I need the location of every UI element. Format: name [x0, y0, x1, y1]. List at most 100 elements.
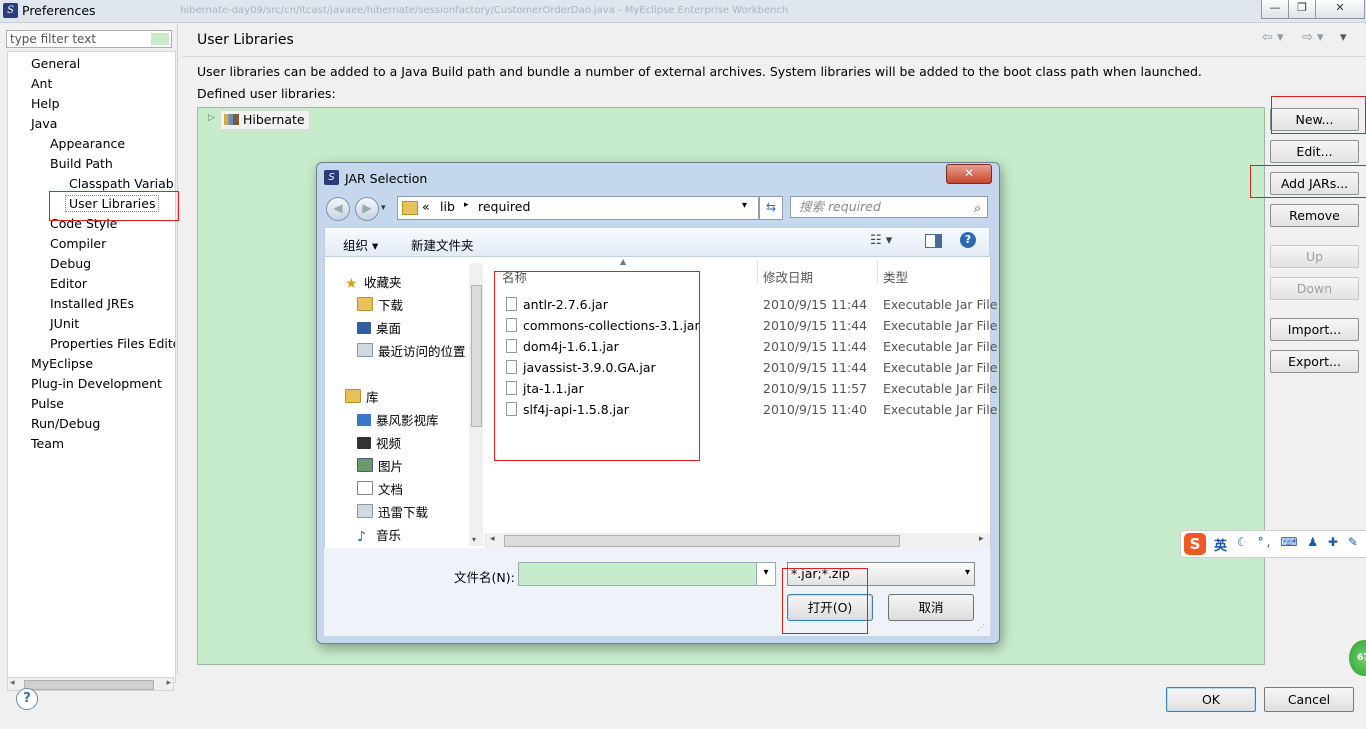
forward-nav-icon[interactable]: ⇨ ▾	[1302, 30, 1324, 45]
close-window-button[interactable]: ✕	[1315, 0, 1365, 19]
nav-recent-places[interactable]: 最近访问的位置	[357, 341, 466, 360]
library-item-hibernate[interactable]: Hibernate	[220, 110, 310, 130]
tree-item-installed-jres[interactable]: Installed JREs	[50, 296, 134, 311]
help-icon[interactable]: ?	[16, 688, 38, 710]
search-icon[interactable]: ⌕	[974, 198, 981, 218]
view-menu-icon[interactable]: ▾	[1340, 30, 1347, 45]
tree-item-debug[interactable]: Debug	[50, 256, 91, 271]
filename-dropdown-icon[interactable]: ▾	[756, 562, 776, 586]
sort-indicator-icon: ▲	[620, 257, 627, 266]
up-button[interactable]: Up	[1270, 245, 1359, 268]
sash-divider[interactable]	[177, 24, 178, 674]
address-bar[interactable]: « lib ▸ required ▾	[397, 196, 759, 220]
recent-pages-icon[interactable]: ▾	[381, 203, 386, 213]
refresh-icon[interactable]: ⇆	[759, 196, 783, 220]
tree-item-classpath-variable[interactable]: Classpath Variable	[69, 176, 175, 191]
breadcrumb-lib[interactable]: lib	[440, 199, 455, 214]
tree-item-pulse[interactable]: Pulse	[31, 396, 64, 411]
ime-toolbar[interactable]: S 英 ☾ °, ⌨ ♟ ✚ ✎	[1180, 530, 1366, 558]
nav-pictures[interactable]: 图片	[357, 456, 403, 475]
dialog-title: JAR Selection	[345, 171, 428, 186]
column-divider[interactable]	[877, 261, 878, 283]
nav-favorites[interactable]: ★ 收藏夹	[345, 272, 402, 292]
column-divider[interactable]	[757, 261, 758, 283]
clear-filter-icon[interactable]	[151, 33, 169, 45]
column-date[interactable]: 修改日期	[763, 267, 813, 286]
tree-item-java[interactable]: Java	[31, 116, 57, 131]
view-options-icon[interactable]: ☷ ▾	[870, 233, 892, 248]
forward-icon[interactable]: ▶	[355, 197, 379, 221]
pictures-icon	[357, 458, 373, 472]
tree-item-myeclipse[interactable]: MyEclipse	[31, 356, 93, 371]
nav-scroll-thumb[interactable]	[471, 285, 482, 427]
tree-item-build-path[interactable]: Build Path	[50, 156, 113, 171]
nav-label: 迅雷下载	[378, 505, 429, 520]
nav-libraries[interactable]: 库	[345, 387, 379, 406]
organize-menu[interactable]: 组织 ▾	[343, 235, 378, 254]
nav-documents[interactable]: 文档	[357, 479, 403, 498]
nav-music[interactable]: ♪ 音乐	[357, 525, 401, 545]
tree-item-team[interactable]: Team	[31, 436, 64, 451]
maximize-button[interactable]: ❐	[1288, 0, 1316, 19]
scroll-down-icon[interactable]: ▾	[472, 535, 476, 544]
column-type[interactable]: 类型	[883, 267, 908, 286]
cancel-button[interactable]: Cancel	[1264, 687, 1354, 712]
title-separator	[182, 56, 1366, 57]
floating-badge[interactable]: 67	[1349, 640, 1366, 676]
file-date: 2010/9/15 11:44	[763, 339, 868, 354]
breadcrumb-required[interactable]: required	[478, 199, 530, 214]
file-scroll-thumb[interactable]	[504, 535, 900, 547]
tree-item-help[interactable]: Help	[31, 96, 60, 111]
expand-arrow-icon[interactable]: ▷	[208, 113, 215, 123]
tree-item-run-debug[interactable]: Run/Debug	[31, 416, 100, 431]
minimize-button[interactable]: —	[1261, 0, 1289, 19]
export-button[interactable]: Export...	[1270, 350, 1359, 373]
breadcrumb-overflow[interactable]: «	[422, 199, 430, 214]
nav-desktop[interactable]: 桌面	[357, 318, 401, 337]
remove-button[interactable]: Remove	[1270, 204, 1359, 227]
nav-downloads[interactable]: 下载	[357, 295, 403, 314]
sogou-logo-icon[interactable]: S	[1184, 533, 1206, 555]
tree-item-editor[interactable]: Editor	[50, 276, 87, 291]
nav-baofeng[interactable]: 暴风影视库	[357, 410, 439, 429]
edit-button[interactable]: Edit...	[1270, 140, 1359, 163]
filter-input[interactable]: type filter text	[6, 30, 172, 48]
tree-item-appearance[interactable]: Appearance	[50, 136, 125, 151]
down-button[interactable]: Down	[1270, 277, 1359, 300]
dialog-cancel-button[interactable]: 取消	[888, 594, 974, 621]
defined-libraries-label: Defined user libraries:	[197, 86, 336, 101]
tree-item-plug-in-development[interactable]: Plug-in Development	[31, 376, 162, 391]
new-folder-button[interactable]: 新建文件夹	[411, 235, 474, 254]
tree-item-ant[interactable]: Ant	[31, 76, 52, 91]
back-icon[interactable]: ◀	[326, 197, 350, 221]
nav-scrollbar[interactable]: ▾	[469, 263, 483, 546]
navigation-pane: ★ 收藏夹 下载 桌面 最近访问的位置 库 暴风影视库 视频 图片 文档 迅雷下载…	[324, 257, 485, 548]
nav-videos[interactable]: 视频	[357, 433, 401, 452]
ime-mode-toggle[interactable]: 英	[1214, 535, 1227, 554]
ime-tool-icons[interactable]: ☾ °, ⌨ ♟ ✚ ✎	[1237, 535, 1361, 549]
import-button[interactable]: Import...	[1270, 318, 1359, 341]
tree-item-general[interactable]: General	[31, 56, 80, 71]
tree-item-properties-files-edito[interactable]: Properties Files Edito	[50, 336, 175, 351]
nav-xunlei[interactable]: 迅雷下载	[357, 502, 428, 521]
filename-input[interactable]: ▾	[518, 562, 776, 586]
scroll-left-icon[interactable]: ◂	[490, 534, 495, 544]
help-icon[interactable]: ?	[960, 232, 976, 248]
annotation-box-add-jars	[1250, 165, 1366, 198]
preview-pane-icon[interactable]	[925, 234, 942, 248]
resize-grip-icon[interactable]: ⋰	[977, 623, 985, 632]
search-input[interactable]: 搜索 required ⌕	[790, 196, 988, 218]
ok-button[interactable]: OK	[1166, 687, 1256, 712]
back-nav-icon[interactable]: ⇦ ▾	[1262, 30, 1284, 45]
filename-label: 文件名(N):	[454, 570, 515, 585]
scroll-right-icon[interactable]: ▸	[979, 534, 984, 544]
nav-label: 图片	[378, 459, 404, 474]
address-dropdown-icon[interactable]: ▾	[742, 200, 747, 211]
tree-item-compiler[interactable]: Compiler	[50, 236, 106, 251]
tree-item-junit[interactable]: JUnit	[50, 316, 79, 331]
dialog-close-button[interactable]: ✕	[946, 164, 992, 184]
libraries-icon	[345, 389, 361, 403]
file-type-dropdown-icon[interactable]: ▾	[965, 567, 970, 578]
file-list-hscrollbar[interactable]: ◂ ▸	[484, 533, 990, 548]
breadcrumb-separator-icon[interactable]: ▸	[464, 200, 469, 210]
